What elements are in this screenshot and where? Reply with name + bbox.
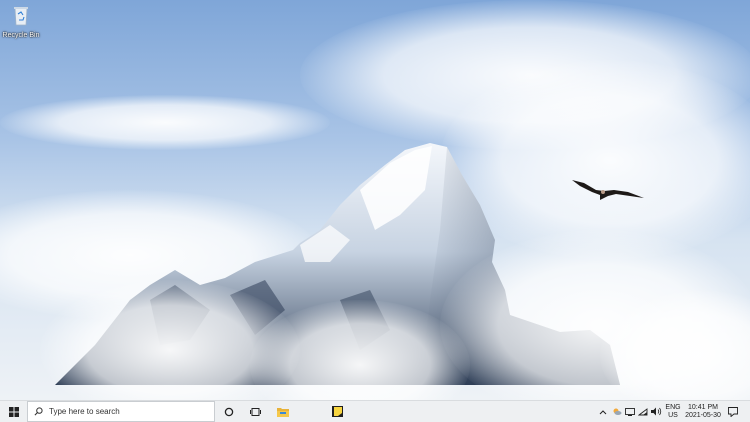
task-view-icon xyxy=(249,407,261,416)
windows-logo-icon xyxy=(9,406,19,417)
weather-icon xyxy=(613,408,622,415)
clock-date: 2021-05-30 xyxy=(685,411,721,419)
start-button[interactable] xyxy=(0,401,28,422)
volume-button[interactable] xyxy=(650,401,662,422)
cortana-button[interactable] xyxy=(220,401,238,422)
language-indicator[interactable]: ENG US xyxy=(663,401,683,422)
notifications-button[interactable] xyxy=(724,401,742,422)
cortana-icon xyxy=(224,407,234,416)
notification-icon xyxy=(728,406,738,417)
wifi-button[interactable] xyxy=(637,401,649,422)
network-icon xyxy=(625,407,635,416)
desktop-wallpaper: Recycle Bin xyxy=(0,0,750,400)
show-hidden-icons-button[interactable] xyxy=(598,401,608,422)
volume-icon xyxy=(650,407,661,416)
sticky-notes-button[interactable] xyxy=(328,401,346,422)
file-explorer-icon xyxy=(277,407,289,417)
file-explorer-button[interactable] xyxy=(274,401,292,422)
search-icon xyxy=(34,407,43,416)
recycle-bin-icon xyxy=(14,7,28,26)
taskbar: Type here to search ENG US 10:41 PM 2021… xyxy=(0,400,750,422)
language-code: ENG xyxy=(665,403,681,411)
weather-button[interactable] xyxy=(611,401,623,422)
language-region: US xyxy=(668,411,678,419)
search-placeholder: Type here to search xyxy=(49,407,120,416)
recycle-bin-shortcut[interactable]: Recycle Bin xyxy=(2,4,40,39)
bird-image xyxy=(572,180,644,200)
clock-time: 10:41 PM xyxy=(688,403,718,411)
search-box[interactable]: Type here to search xyxy=(27,401,215,422)
sticky-notes-icon xyxy=(331,406,343,417)
wifi-icon xyxy=(638,407,648,415)
recycle-bin-label: Recycle Bin xyxy=(2,32,40,39)
task-view-button[interactable] xyxy=(246,401,264,422)
network-button[interactable] xyxy=(624,401,636,422)
clock[interactable]: 10:41 PM 2021-05-30 xyxy=(684,401,722,422)
chevron-up-icon xyxy=(599,409,607,414)
